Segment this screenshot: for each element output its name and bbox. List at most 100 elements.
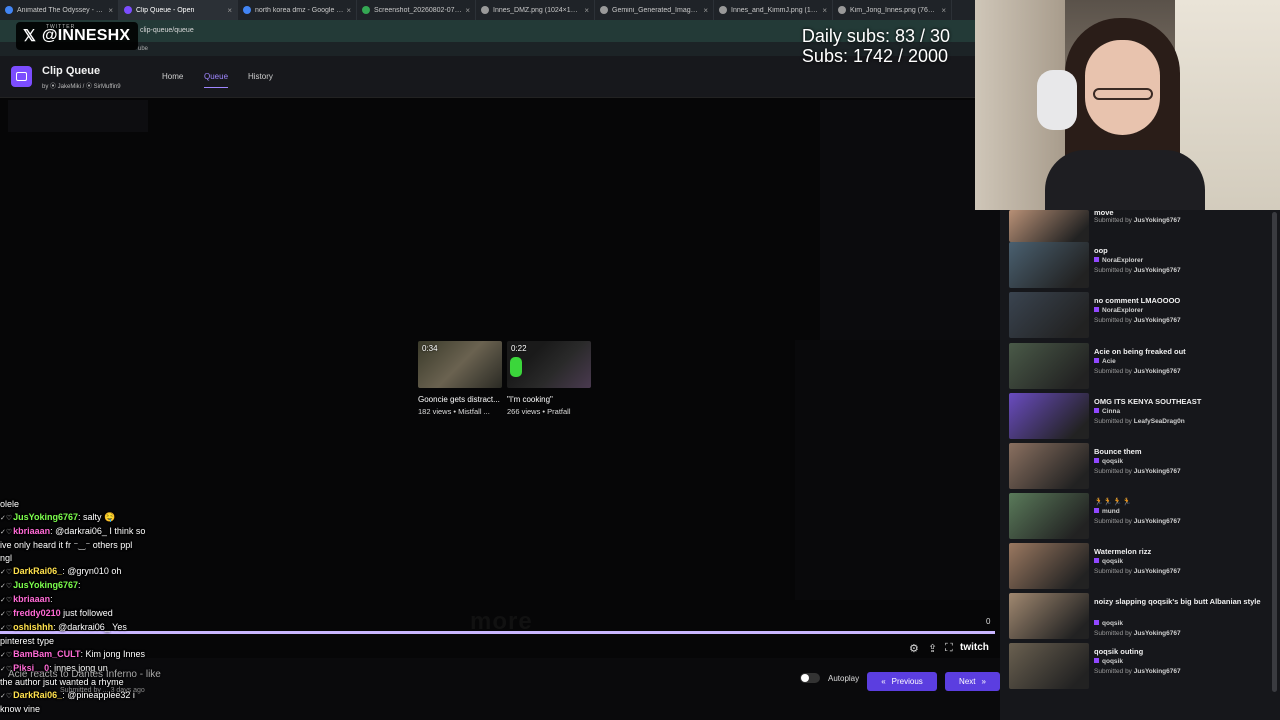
tab-favicon-icon [124,6,132,14]
chat-badge-icon: ✓♡ [0,693,13,700]
chat-message: ✓♡BamBam_CULT: Kim jong Innes [0,648,230,662]
tab-favicon-icon [243,6,251,14]
submitter-name: JusYoking6767 [1133,267,1181,274]
share-icon[interactable]: ⇪ [928,642,937,655]
chat-text: : salty 🤤 [78,512,116,522]
total-subs: Subs: 1742 / 2000 [801,46,949,66]
chat-text: ive only heard it fr ⁻‿⁻ others ppl [0,540,133,550]
app-title: Clip Queue [42,65,101,77]
channel-name: qoqsik [1102,620,1123,627]
queue-thumbnail[interactable] [1009,643,1089,689]
browser-tab[interactable]: north korea dmz - Google Sear × [238,0,357,20]
clip-meta: 182 views • Mistfall ... [418,407,490,416]
close-tab-icon[interactable]: × [822,6,827,15]
queue-item[interactable]: 🏃🏃🏃🏃 mund Submitted by JusYoking6767 [1009,493,1269,539]
submitted-prefix: Submitted by [1094,668,1132,675]
close-tab-icon[interactable]: × [584,6,589,15]
submitter-name: LeafySeaDrag0n [1133,418,1185,425]
daily-subs: Daily subs: 83 / 30 [801,26,950,46]
autoplay-label: Autoplay [828,674,860,683]
chat-text: pinterest type [0,636,55,646]
browser-tab[interactable]: Kim_Jong_Innes.png (768×130...× [833,0,952,20]
close-tab-icon[interactable]: × [941,6,946,15]
queue-item[interactable]: Bounce them qoqsik Submitted by JusYoking6… [1009,443,1269,489]
clip-title[interactable]: "I'm cooking" [507,395,591,404]
chat-badge-icon: ✓♡ [0,529,13,536]
queue-thumbnail[interactable] [1009,343,1089,389]
queue-item-submitter: Submitted by LeafySeaDrag0n [1094,418,1185,425]
queue-thumbnail[interactable] [1009,593,1089,639]
next-button[interactable]: Next » [945,672,1000,691]
channel-icon [1094,458,1099,463]
tab-title: Screenshot_20260802-071502... [374,6,463,14]
clip-thumbnail[interactable]: 0:34 [418,341,502,388]
previous-button[interactable]: « Previous [867,672,937,691]
address-text[interactable]: clip-queue/queue [140,27,194,34]
current-clip-submitter: Submitted by ... 3 days ago [60,687,145,694]
autoplay-toggle[interactable] [800,673,820,683]
queue-thumbnail[interactable] [1009,292,1089,338]
queue-item[interactable]: Acie on being freaked out Acie Submitted b… [1009,343,1269,389]
channel-icon [1094,257,1099,262]
queue-thumbnail[interactable] [1009,543,1089,589]
queue-item[interactable]: no comment LMAOOOO NoraExplorer Submitted … [1009,292,1269,338]
queue-item[interactable]: noizy slapping qoqsik's big butt Albania… [1009,593,1269,639]
chat-message: ✓♡freddy0210 just followed [0,607,230,621]
chat-message: ✓♡JusYoking6767: [0,579,230,593]
progress-count: 0 [986,617,991,626]
queue-thumbnail[interactable] [1009,242,1089,288]
close-tab-icon[interactable]: × [227,6,232,15]
chat-text: : @gryn010 oh [62,566,122,576]
close-tab-icon[interactable]: × [703,6,708,15]
tab-title: Innes_DMZ.png (1024×1040) [493,6,582,14]
chat-username: kbriaaan [13,594,51,604]
channel-icon [1094,408,1099,413]
browser-tab[interactable]: Screenshot_20260802-071502...× [357,0,476,20]
chat-text: ngl [0,553,13,563]
submitted-prefix: Submitted by [1094,267,1132,274]
chat-message: ngl [0,552,230,565]
submitter-name: JusYoking6767 [1133,568,1181,575]
suggested-clip[interactable]: 0:34 Gooncie gets distract... 182 views … [418,341,502,416]
browser-tab[interactable]: Animated The Odyssey - Googl × [0,0,119,20]
clip-title[interactable]: Gooncie gets distract... [418,395,502,404]
sidebar-scrollbar[interactable] [1272,212,1277,692]
twitch-logo-icon[interactable]: twitch [960,642,989,653]
next-icon: » [981,677,986,686]
previous-label: Previous [891,677,923,686]
nav-home[interactable]: Home [162,72,183,81]
queue-item[interactable]: OMG ITS KENYA SOUTHEAST Cinna Submitted by… [1009,393,1269,439]
queue-thumbnail[interactable] [1009,493,1089,539]
tab-favicon-icon [5,6,13,14]
queue-thumbnail[interactable] [1009,443,1089,489]
queue-item[interactable]: qoqsik outing qoqsik Submitted by JusYokin… [1009,643,1269,689]
suggested-clip[interactable]: 0:22 "I'm cooking" 266 views • Pratfall [507,341,591,416]
browser-tab[interactable]: Clip Queue - Open × [119,0,238,20]
nav-queue[interactable]: Queue [204,72,229,88]
close-tab-icon[interactable]: × [465,6,470,15]
close-tab-icon[interactable]: × [346,6,351,15]
chat-username: JusYoking6767 [13,580,79,590]
queue-item-channel: qoqsik [1094,558,1123,565]
fullscreen-icon[interactable]: ⛶ [945,642,953,655]
queue-thumbnail[interactable] [1009,210,1089,242]
browser-tab[interactable]: Innes_DMZ.png (1024×1040) × [476,0,595,20]
submitter-name: JusYoking6767 [1133,630,1181,637]
nav-history[interactable]: History [248,72,273,81]
bookmark-item[interactable]: ube [138,46,148,52]
player-reflection [8,100,148,132]
submitted-prefix: Submitted by [1094,568,1132,575]
queue-item[interactable]: Watermelon rizz qoqsik Submitted by JusYok… [1009,543,1269,589]
submitted-prefix: Submitted by [1094,418,1132,425]
browser-tab[interactable]: Innes_and_KimmJ.png (1462×1...× [714,0,833,20]
clip-queue-logo-icon[interactable] [11,66,32,87]
queue-item-channel: qoqsik [1094,620,1123,627]
queue-item-title: OMG ITS KENYA SOUTHEAST [1094,397,1202,406]
browser-tab[interactable]: Gemini_Generated_Image_xz5...× [595,0,714,20]
queue-item[interactable]: oop NoraExplorer Submitted by JusYoking676… [1009,242,1269,288]
queue-thumbnail[interactable] [1009,393,1089,439]
close-tab-icon[interactable]: × [108,6,113,15]
settings-icon[interactable]: ⚙ [909,642,919,655]
tab-title: Clip Queue - Open [136,6,195,14]
clip-thumbnail[interactable]: 0:22 [507,341,591,388]
